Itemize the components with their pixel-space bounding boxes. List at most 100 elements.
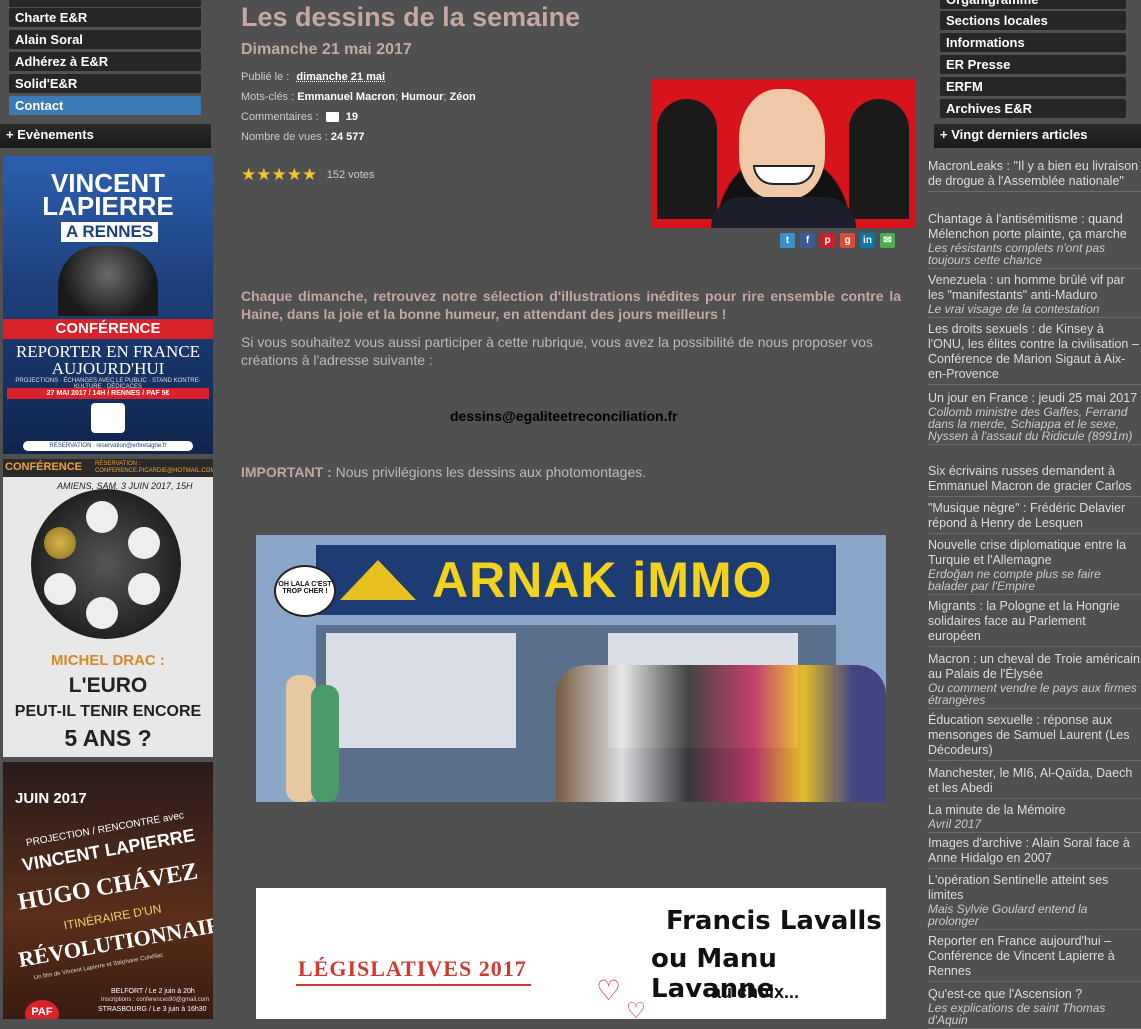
featured-illustration[interactable] bbox=[651, 79, 916, 228]
event-poster-amiens[interactable]: CONFÉRENCE RÉSERVATION : CONFERENCE.PICA… bbox=[3, 459, 213, 757]
article-link[interactable]: Six écrivains russes demandent à Emmanue… bbox=[928, 464, 1141, 497]
article-link[interactable]: Venezuela : un homme brûlé vif par les "… bbox=[928, 273, 1141, 318]
article-link[interactable]: "Musique nègre" : Frédéric Delavier répo… bbox=[928, 501, 1141, 534]
poster1-city: A RENNES bbox=[61, 222, 159, 242]
facebook-icon[interactable]: f bbox=[800, 233, 815, 248]
cartoon-arnak-immo[interactable]: ARNAK iMMO OH LALA C'EST TROP CHER ! bbox=[256, 535, 886, 802]
article-link[interactable]: La minute de la Mémoire Avril 2017 bbox=[928, 803, 1141, 833]
poster1-subtitle: REPORTER EN FRANCE AUJOURD'HUI bbox=[15, 342, 201, 378]
demon-figure-right bbox=[849, 99, 909, 219]
twitter-icon[interactable]: t bbox=[780, 233, 795, 248]
poster2-line1: L'EURO bbox=[68, 674, 148, 697]
nav-item-alain-soral[interactable]: Alain Soral bbox=[9, 30, 201, 49]
star-icon[interactable]: ★ bbox=[256, 166, 271, 183]
linkedin-icon[interactable]: in bbox=[860, 233, 875, 248]
comments-count: 19 bbox=[345, 111, 359, 123]
contact-email[interactable]: dessins@egaliteetreconciliation.fr bbox=[450, 408, 678, 424]
article-link[interactable]: Macron : un cheval de Troie américain au… bbox=[928, 652, 1141, 709]
heart-icon: ♡ bbox=[596, 975, 622, 1006]
star-icon[interactable]: ★ bbox=[241, 166, 256, 183]
tags-row: Mots-clés : Emmanuel Macron; Humour; Zéo… bbox=[241, 91, 476, 103]
nav-item-erfm[interactable]: ERFM bbox=[940, 77, 1126, 96]
article-link[interactable]: MacronLeaks : "Il y a bien eu livraison … bbox=[928, 159, 1141, 192]
woman-character bbox=[311, 685, 339, 802]
nav-item-contact[interactable]: Contact bbox=[9, 96, 201, 115]
event-poster-chavez[interactable]: JUIN 2017 PROJECTION / RENCONTRE avec VI… bbox=[3, 762, 213, 1019]
comment-bubble-icon bbox=[325, 112, 339, 123]
poster2-date: AMIENS, SAM. 3 JUIN 2017, 15H bbox=[57, 481, 193, 491]
poster2-line2: PEUT-IL TENIR ENCORE bbox=[14, 703, 202, 720]
cartoon2-caption1: Francis Lavalls bbox=[666, 906, 882, 936]
tag-link-humour[interactable]: Humour bbox=[401, 91, 443, 103]
article-link[interactable]: Chantage à l'antisémitisme : quand Mélen… bbox=[928, 212, 1141, 269]
star-icon[interactable]: ★ bbox=[287, 166, 302, 183]
page-title: Les dessins de la semaine bbox=[241, 2, 581, 32]
article-link[interactable]: Les droits sexuels : de Kinsey à l'ONU, … bbox=[928, 322, 1141, 385]
star-icon[interactable]: ★ bbox=[302, 166, 317, 183]
views-count: 24 577 bbox=[330, 131, 365, 143]
poster3-city2: STRASBOURG / Le 3 juin à 16h30 bbox=[98, 1006, 207, 1013]
googleplus-icon[interactable]: g bbox=[840, 233, 855, 248]
contribution-text: Si vous souhaitez vous aussi participer … bbox=[241, 334, 873, 368]
nav-item-er-presse[interactable]: ER Presse bbox=[940, 55, 1126, 74]
demon-figure-left bbox=[657, 99, 717, 219]
nav-item-top[interactable] bbox=[9, 0, 201, 7]
article-link[interactable]: Éducation sexuelle : réponse aux mensong… bbox=[928, 713, 1141, 761]
published-row: Publié le : dimanche 21 mai bbox=[241, 71, 386, 83]
poster1-date: 27 MAI 2017 / 14H / RENNES / PAF 5€ bbox=[7, 388, 209, 399]
logo-icon bbox=[91, 403, 125, 433]
tag-link-zeon[interactable]: Zéon bbox=[449, 91, 475, 103]
poster1-reservation: RÉSERVATION : reservation@erbretagne.fr bbox=[23, 441, 193, 451]
poster1-badge: CONFÉRENCE bbox=[3, 319, 213, 339]
poster2-speaker: MICHEL DRAC : bbox=[51, 652, 165, 669]
nav-item-adherez[interactable]: Adhérez à E&R bbox=[9, 52, 201, 71]
article-link[interactable]: Nouvelle crise diplomatique entre la Tur… bbox=[928, 538, 1141, 595]
views-row: Nombre de vues : 24 577 bbox=[241, 131, 365, 143]
published-value: dimanche 21 mai bbox=[296, 71, 386, 83]
speech-bubble: OH LALA C'EST TROP CHER ! bbox=[274, 565, 336, 617]
pinterest-icon[interactable]: p bbox=[820, 233, 835, 248]
nav-item-organigramme[interactable]: Organigramme bbox=[940, 0, 1126, 9]
article-link[interactable]: Images d'archive : Alain Soral face à An… bbox=[928, 836, 1141, 869]
poster2-line3: 5 ANS ? bbox=[64, 725, 152, 751]
poster1-title: VINCENT LAPIERRE bbox=[42, 168, 174, 221]
article-date: Dimanche 21 mai 2017 bbox=[241, 41, 412, 58]
poster2-reservation: RÉSERVATION : CONFERENCE.PICARDIE@HOTMAI… bbox=[95, 461, 213, 474]
cartoon2-caption3: au choix... bbox=[711, 982, 800, 1002]
poster3-month: JUIN 2017 bbox=[15, 790, 87, 807]
rating-stars[interactable]: ★★★★★ 152 votes bbox=[241, 166, 374, 185]
event-poster-rennes[interactable]: VINCENT LAPIERRE A RENNES CONFÉRENCE REP… bbox=[3, 156, 213, 454]
poster2-badge: CONFÉRENCE bbox=[5, 461, 83, 473]
comments-row[interactable]: Commentaires : 19 bbox=[241, 111, 358, 123]
cartoon-legislatives[interactable]: LÉGISLATIVES 2017 Francis Lavalls ou Man… bbox=[256, 888, 886, 1019]
recent-articles-header: + Vingt derniers articles bbox=[934, 124, 1141, 148]
heart-icon: ♡ bbox=[626, 998, 646, 1019]
shop-sign-text: ARNAK iMMO bbox=[432, 552, 773, 608]
article-link[interactable]: L'opération Sentinelle atteint ses limit… bbox=[928, 873, 1141, 930]
intro-text: Chaque dimanche, retrouvez notre sélecti… bbox=[241, 288, 901, 322]
cartoon2-title: LÉGISLATIVES 2017 bbox=[298, 956, 527, 981]
nav-item-informations[interactable]: Informations bbox=[940, 33, 1126, 52]
nav-item-charte[interactable]: Charte E&R bbox=[9, 8, 201, 27]
nav-item-archives[interactable]: Archives E&R bbox=[940, 99, 1126, 118]
poster3-inscriptions: Inscriptions : conferences90@gmail.com bbox=[101, 997, 210, 1003]
tag-link-macron[interactable]: Emmanuel Macron bbox=[297, 91, 395, 103]
poster3-city1: BELFORT / Le 2 juin à 20h bbox=[111, 988, 195, 995]
article-link[interactable]: Migrants : la Pologne et la Hongrie soli… bbox=[928, 599, 1141, 647]
article-link[interactable]: Manchester, le MI6, Al-Qaïda, Daech et l… bbox=[928, 766, 1141, 799]
crowd-characters bbox=[556, 665, 886, 802]
nav-item-solid-er[interactable]: Solid'E&R bbox=[9, 74, 201, 93]
email-icon[interactable]: ✉ bbox=[880, 233, 895, 248]
revolver-cylinder-icon bbox=[31, 489, 181, 639]
shop-window-left bbox=[326, 633, 516, 748]
important-note: IMPORTANT : Nous privilégions les dessin… bbox=[241, 464, 647, 480]
article-link[interactable]: Un jour en France : jeudi 25 mai 2017 Col… bbox=[928, 391, 1141, 445]
triangle-logo-icon bbox=[340, 560, 416, 600]
article-link[interactable]: Qu'est-ce que l'Ascension ? Les explicati… bbox=[928, 987, 1141, 1029]
events-header: + Evènements bbox=[0, 124, 211, 148]
star-icon[interactable]: ★ bbox=[272, 166, 287, 183]
article-link[interactable]: Reporter en France aujourd'hui – Confére… bbox=[928, 934, 1141, 982]
nav-item-sections-locales[interactable]: Sections locales bbox=[940, 11, 1126, 30]
poster3-paf: PAF bbox=[25, 1000, 59, 1019]
caricature-face bbox=[739, 89, 825, 199]
